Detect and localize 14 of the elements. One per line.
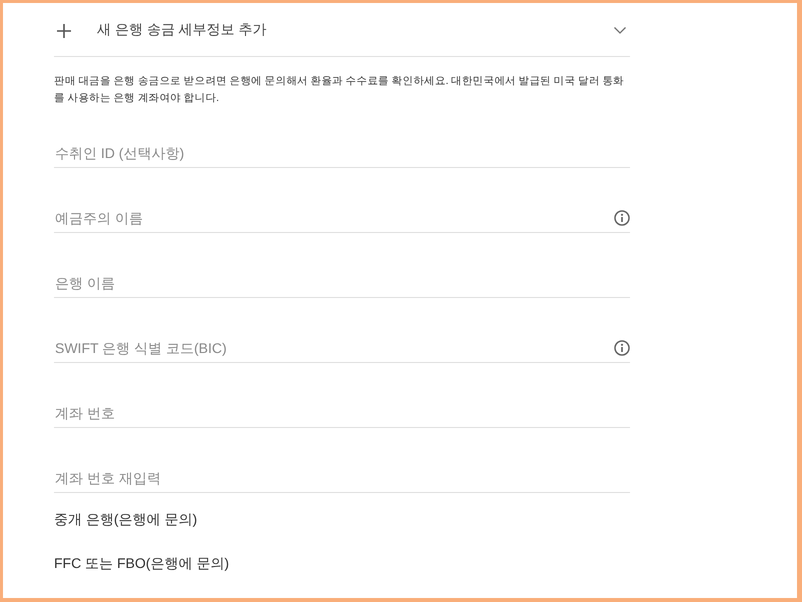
description-text: 판매 대금을 은행 송금으로 받으려면 은행에 문의해서 환율과 수수료를 확인하세요. 대한민국에서 발급된 미국 달러 통화를 사용하는 은행 계좌여야 합니다. — [54, 74, 625, 106]
input-field[interactable]: 수취인 ID (선택사항) — [54, 138, 630, 168]
chevron-down-icon[interactable] — [614, 27, 626, 34]
input-field[interactable]: SWIFT 은행 식별 코드(BIC) — [54, 333, 630, 363]
input-field[interactable]: 예금주의 이름 — [54, 203, 630, 233]
plus-icon[interactable] — [57, 24, 71, 38]
input-field[interactable]: 계좌 번호 — [54, 398, 630, 428]
info-icon[interactable] — [614, 340, 630, 356]
section-heading[interactable]: 중개 은행(은행에 문의) — [54, 511, 198, 529]
section-title[interactable]: 새 은행 송금 세부정보 추가 — [97, 20, 614, 38]
info-icon[interactable] — [614, 210, 630, 226]
section-heading[interactable]: FFC 또는 FBO(은행에 문의) — [54, 555, 229, 573]
input-field[interactable]: 은행 이름 — [54, 268, 630, 298]
input-field[interactable]: 계좌 번호 재입력 — [54, 463, 630, 493]
